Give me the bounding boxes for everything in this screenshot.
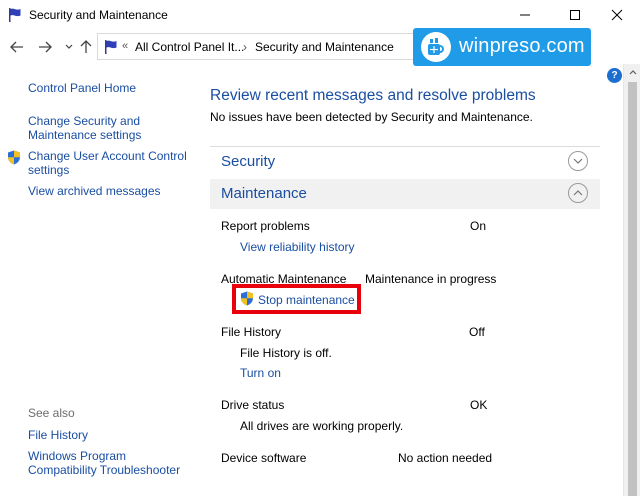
file-history-label: File History — [221, 325, 282, 339]
address-overflow[interactable]: « — [122, 40, 128, 52]
chevron-down-icon — [65, 44, 73, 49]
security-section-title[interactable]: Security — [221, 153, 275, 170]
scroll-thumb[interactable] — [628, 82, 637, 496]
status-message: No issues have been detected by Security… — [210, 110, 533, 124]
page-title: Review recent messages and resolve probl… — [210, 87, 536, 104]
collapse-maintenance-button[interactable] — [568, 183, 588, 203]
up-arrow-icon — [80, 40, 92, 53]
maintenance-section-header[interactable]: Maintenance — [210, 179, 600, 209]
chevron-down-icon — [573, 158, 583, 164]
device-software-label: Device software — [221, 451, 307, 465]
turn-on-file-history-link[interactable]: Turn on — [240, 366, 281, 380]
drive-status-value: OK — [470, 398, 488, 412]
title-bar: Security and Maintenance — [0, 0, 640, 30]
watermark-logo-icon — [421, 32, 451, 62]
see-also-heading: See also — [28, 406, 75, 420]
maintenance-section-title[interactable]: Maintenance — [221, 185, 307, 202]
drive-status-info: All drives are working properly. — [240, 419, 404, 433]
back-button[interactable] — [8, 38, 26, 56]
flag-icon — [9, 8, 21, 22]
change-uac-settings-link-line1[interactable]: Change User Account Control — [28, 149, 187, 163]
vertical-scrollbar[interactable] — [623, 64, 640, 496]
report-problems-label: Report problems — [221, 219, 310, 233]
maximize-icon — [570, 10, 580, 20]
view-archived-messages-link[interactable]: View archived messages — [28, 184, 161, 198]
back-arrow-icon — [10, 41, 23, 53]
change-security-settings-link-line1[interactable]: Change Security and — [28, 114, 140, 128]
control-panel-home-link[interactable]: Control Panel Home — [28, 81, 136, 95]
file-history-link[interactable]: File History — [28, 428, 88, 442]
watermark-banner: winpreso.com — [413, 28, 591, 66]
security-section-header[interactable]: Security — [210, 146, 600, 176]
forward-arrow-icon — [39, 41, 52, 53]
breadcrumb-security-maintenance[interactable]: Security and Maintenance — [255, 40, 394, 54]
up-button[interactable] — [77, 38, 95, 56]
chevron-up-icon — [573, 190, 583, 196]
compatibility-troubleshooter-link-line2[interactable]: Compatibility Troubleshooter — [28, 463, 180, 477]
minimize-icon — [520, 14, 530, 16]
report-problems-status: On — [470, 219, 487, 233]
minimize-button[interactable] — [502, 0, 548, 30]
view-reliability-history-link[interactable]: View reliability history — [240, 240, 355, 254]
chevron-up-icon — [629, 70, 636, 75]
automatic-maintenance-status: Maintenance in progress — [365, 272, 497, 286]
change-security-settings-link-line2[interactable]: Maintenance settings — [28, 128, 141, 142]
watermark-text: winpreso.com — [459, 35, 585, 57]
maximize-button[interactable] — [552, 0, 598, 30]
expand-security-button[interactable] — [568, 151, 588, 171]
drive-status-label: Drive status — [221, 398, 285, 412]
device-software-status: No action needed — [398, 451, 493, 465]
breadcrumb-all-control-panel[interactable]: All Control Panel It... — [135, 40, 244, 54]
help-icon[interactable]: ? — [607, 68, 622, 83]
forward-button[interactable] — [36, 38, 54, 56]
scroll-up-button[interactable] — [624, 64, 640, 81]
recent-locations-button[interactable] — [60, 38, 78, 56]
stop-maintenance-link[interactable]: Stop maintenance — [258, 293, 355, 307]
compatibility-troubleshooter-link-line1[interactable]: Windows Program — [28, 449, 126, 463]
change-uac-settings-link-line2[interactable]: settings — [28, 163, 69, 177]
uac-shield-icon — [241, 291, 253, 306]
breadcrumb-separator[interactable]: › — [243, 40, 247, 54]
flag-icon — [105, 40, 117, 54]
close-icon — [611, 9, 623, 21]
uac-shield-icon — [8, 150, 20, 165]
file-history-info: File History is off. — [240, 346, 332, 360]
file-history-status: Off — [469, 325, 485, 339]
window-title: Security and Maintenance — [29, 8, 168, 22]
close-button[interactable] — [594, 0, 640, 30]
security-maintenance-window: Security and Maintenance « All Control P… — [0, 0, 640, 496]
